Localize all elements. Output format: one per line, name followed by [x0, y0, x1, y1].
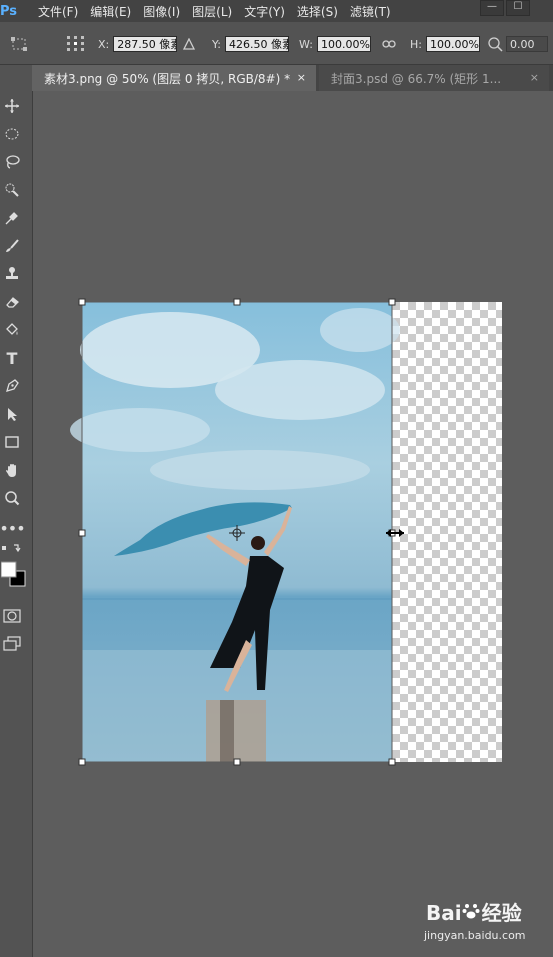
baidu-watermark: Bai 经验: [426, 897, 522, 926]
transparent-area: [392, 302, 502, 762]
watermark-url: jingyan.baidu.com: [424, 929, 526, 942]
document-canvas[interactable]: [0, 0, 553, 957]
watermark-brand: Bai: [426, 901, 462, 925]
watermark-brand-2: 经验: [481, 901, 522, 925]
paw-icon: [462, 901, 482, 925]
photo-layer[interactable]: [70, 302, 400, 762]
